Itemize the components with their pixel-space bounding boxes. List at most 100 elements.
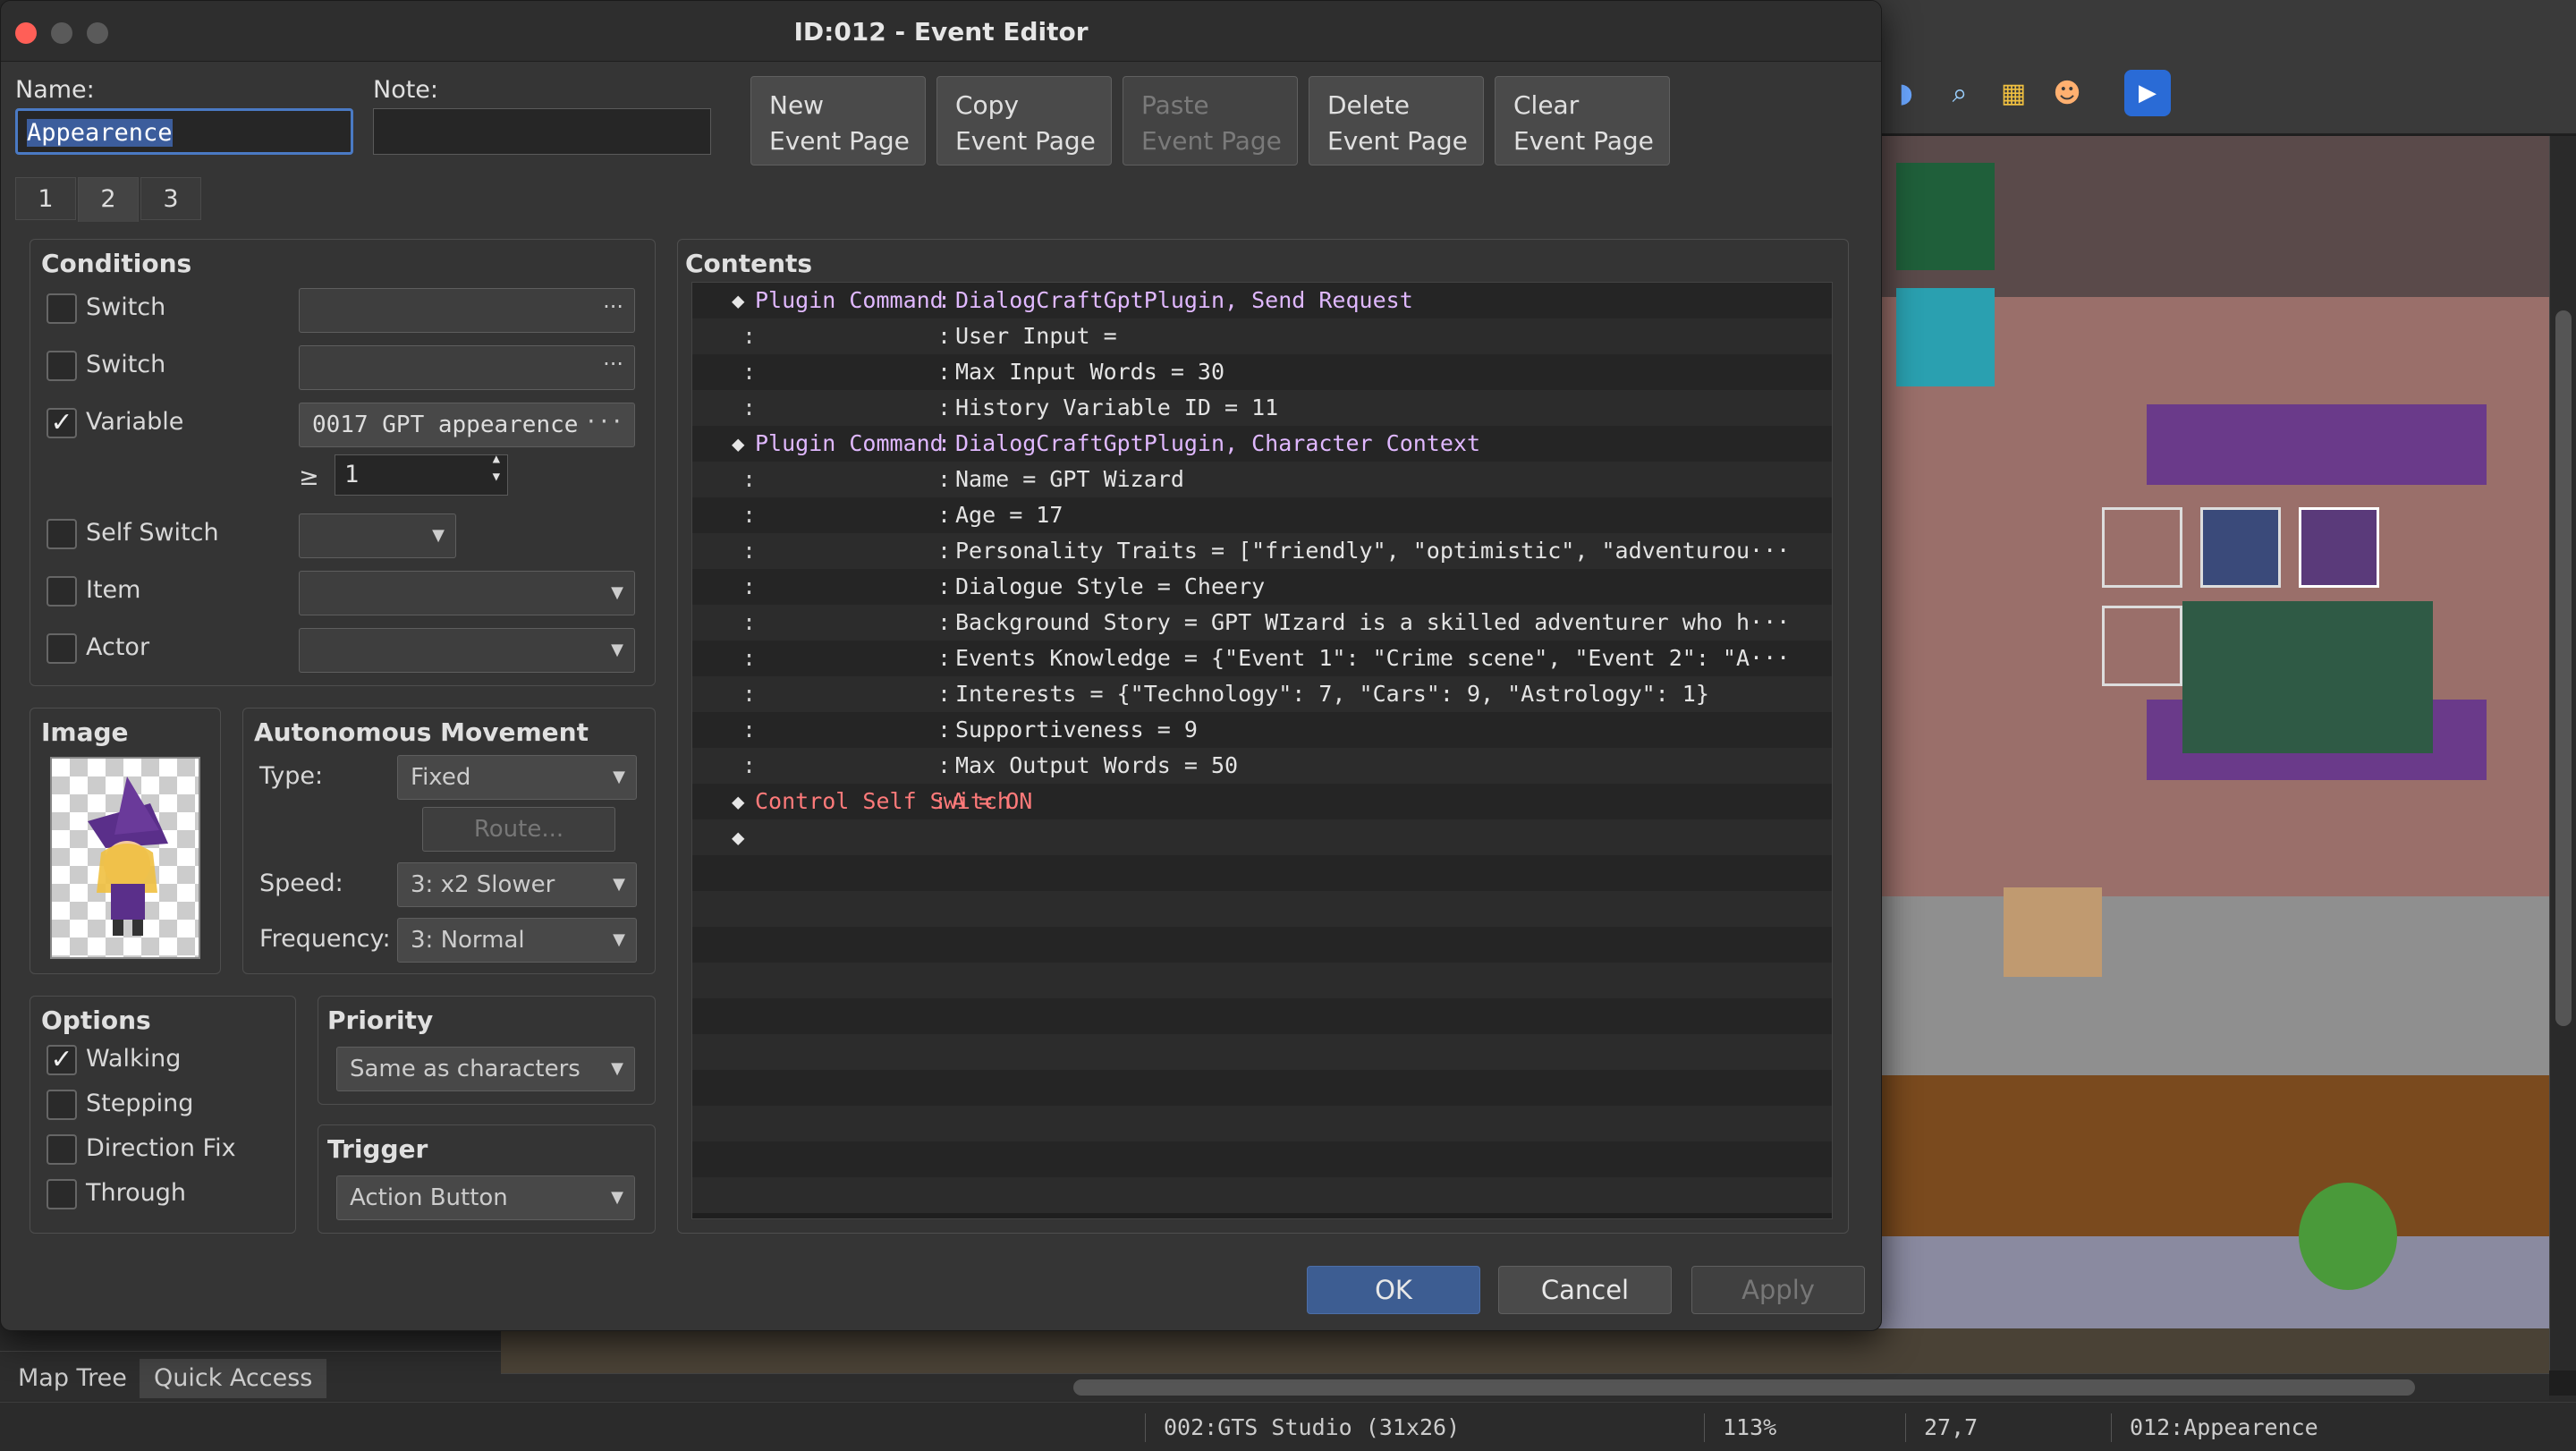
command-row[interactable] bbox=[692, 1106, 1832, 1141]
command-row[interactable]: :: Personality Traits = ["friendly", "opt… bbox=[692, 533, 1832, 569]
command-row[interactable]: :: Max Output Words = 50 bbox=[692, 748, 1832, 784]
name-field[interactable]: Appearence bbox=[15, 108, 353, 155]
switch2-select[interactable]: ··· bbox=[299, 345, 635, 390]
command-row[interactable]: :: Name = GPT Wizard bbox=[692, 462, 1832, 497]
tab-page-1[interactable]: 1 bbox=[15, 177, 76, 220]
route-button[interactable]: Route... bbox=[422, 807, 615, 852]
command-param: DialogCraftGptPlugin, Send Request bbox=[955, 287, 1413, 313]
actor-checkbox[interactable] bbox=[47, 633, 77, 664]
event-marker[interactable] bbox=[2102, 606, 2182, 686]
delete-event-page-button[interactable]: Delete Event Page bbox=[1309, 76, 1484, 165]
command-row[interactable] bbox=[692, 1177, 1832, 1213]
command-row[interactable]: :: Dialogue Style = Cheery bbox=[692, 569, 1832, 605]
variable-checkbox[interactable]: ✓ bbox=[47, 408, 77, 438]
resource-manager-icon[interactable]: ▦ bbox=[1990, 70, 2037, 116]
command-row[interactable]: :: Interests = {"Technology": 7, "Cars": … bbox=[692, 676, 1832, 712]
walking-checkbox[interactable]: ✓ bbox=[47, 1045, 77, 1075]
sound-icon[interactable]: ◗ bbox=[1883, 70, 1929, 116]
tab-page-3[interactable]: 3 bbox=[140, 177, 201, 220]
stepper-arrows-icon[interactable]: ▲ ▼ bbox=[493, 450, 500, 486]
frequency-value: 3: Normal bbox=[411, 927, 525, 954]
direction-fix-checkbox[interactable] bbox=[47, 1134, 77, 1165]
map-canvas[interactable] bbox=[1878, 136, 2576, 1370]
event-image-preview[interactable] bbox=[50, 757, 200, 959]
button-line: New bbox=[769, 90, 825, 120]
scrollbar-thumb[interactable] bbox=[2555, 310, 2572, 1026]
through-checkbox[interactable] bbox=[47, 1179, 77, 1209]
variable-select[interactable]: 0017 GPT appearence ··· bbox=[299, 403, 635, 447]
switch2-checkbox[interactable] bbox=[47, 351, 77, 381]
button-line: Event Page bbox=[769, 126, 910, 156]
floor-tiles bbox=[2182, 601, 2433, 753]
self-switch-checkbox[interactable] bbox=[47, 519, 77, 549]
app-toolbar: ◗ ⌕ ▦ ☻ ▶ bbox=[1869, 0, 2576, 134]
priority-select[interactable]: Same as characters ▼ bbox=[336, 1047, 635, 1091]
ok-button[interactable]: OK bbox=[1307, 1266, 1480, 1314]
continuation-marker: : bbox=[742, 466, 757, 492]
command-row[interactable] bbox=[692, 855, 1832, 891]
event-marker[interactable] bbox=[2102, 507, 2182, 588]
command-row[interactable]: :: Max Input Words = 30 bbox=[692, 354, 1832, 390]
command-row[interactable]: :: History Variable ID = 11 bbox=[692, 390, 1832, 426]
search-icon[interactable]: ⌕ bbox=[1936, 70, 1983, 116]
command-row[interactable] bbox=[692, 1141, 1832, 1177]
frequency-select[interactable]: 3: Normal ▼ bbox=[397, 918, 637, 963]
playtest-icon[interactable]: ▶ bbox=[2124, 70, 2171, 116]
bush-tile bbox=[2299, 1183, 2397, 1290]
separator: : bbox=[937, 681, 952, 707]
apply-button[interactable]: Apply bbox=[1691, 1266, 1865, 1314]
separator: : bbox=[937, 430, 952, 456]
continuation-marker: : bbox=[742, 752, 757, 778]
command-row[interactable] bbox=[692, 927, 1832, 963]
command-row[interactable]: ◆ Plugin Command: DialogCraftGptPlugin, Se… bbox=[692, 283, 1832, 318]
cancel-button[interactable]: Cancel bbox=[1498, 1266, 1672, 1314]
clear-event-page-button[interactable]: Clear Event Page bbox=[1495, 76, 1670, 165]
actor-select[interactable]: ▼ bbox=[299, 628, 635, 673]
command-row[interactable] bbox=[692, 1034, 1832, 1070]
item-checkbox[interactable] bbox=[47, 576, 77, 607]
command-row[interactable]: :: User Input = bbox=[692, 318, 1832, 354]
switch1-select[interactable]: ··· bbox=[299, 288, 635, 333]
left-panel-tabs: Map Tree Quick Access bbox=[0, 1351, 501, 1400]
command-row[interactable]: ◆ Plugin Command: DialogCraftGptPlugin, Ch… bbox=[692, 426, 1832, 462]
note-field[interactable] bbox=[373, 108, 711, 155]
self-switch-select[interactable]: ▼ bbox=[299, 513, 456, 558]
command-param: A = ON bbox=[952, 788, 1033, 814]
switch1-checkbox[interactable] bbox=[47, 293, 77, 324]
item-label: Item bbox=[86, 576, 141, 604]
tab-page-2[interactable]: 2 bbox=[78, 177, 139, 222]
event-editor-dialog: ID:012 - Event Editor Name: Appearence N… bbox=[0, 0, 1882, 1331]
command-row[interactable] bbox=[692, 1070, 1832, 1106]
speed-select[interactable]: 3: x2 Slower ▼ bbox=[397, 862, 637, 907]
event-marker[interactable] bbox=[2200, 507, 2281, 588]
movement-type-select[interactable]: Fixed ▼ bbox=[397, 755, 637, 800]
item-select[interactable]: ▼ bbox=[299, 571, 635, 615]
tab-map-tree[interactable]: Map Tree bbox=[4, 1359, 141, 1398]
variable-amount-stepper[interactable]: 1 ▲ ▼ bbox=[335, 452, 508, 496]
tab-quick-access[interactable]: Quick Access bbox=[140, 1359, 327, 1398]
character-generator-icon[interactable]: ☻ bbox=[2044, 70, 2090, 116]
command-row[interactable] bbox=[692, 998, 1832, 1034]
command-row[interactable]: ◆ Control Self Switch: A = ON bbox=[692, 784, 1832, 819]
command-row[interactable]: :: Background Story = GPT WIzard is a ski… bbox=[692, 605, 1832, 641]
contents-list[interactable]: ◆ Plugin Command: DialogCraftGptPlugin, Se… bbox=[691, 282, 1833, 1219]
command-row[interactable] bbox=[692, 891, 1832, 927]
map-horizontal-scrollbar[interactable] bbox=[501, 1373, 2549, 1400]
stepping-checkbox[interactable] bbox=[47, 1090, 77, 1120]
trigger-select[interactable]: Action Button ▼ bbox=[336, 1175, 635, 1220]
command-row[interactable]: :: Events Knowledge = {"Event 1": "Crime … bbox=[692, 641, 1832, 676]
command-diamond-icon: ◆ bbox=[732, 825, 745, 850]
command-row[interactable] bbox=[692, 963, 1832, 998]
command-row[interactable]: :: Supportiveness = 9 bbox=[692, 712, 1832, 748]
copy-event-page-button[interactable]: Copy Event Page bbox=[936, 76, 1112, 165]
command-row[interactable]: ◆ bbox=[692, 819, 1832, 855]
button-line: Event Page bbox=[1327, 126, 1468, 156]
map-vertical-scrollbar[interactable] bbox=[2549, 136, 2576, 1370]
new-event-page-button[interactable]: New Event Page bbox=[750, 76, 926, 165]
paste-event-page-button[interactable]: Paste Event Page bbox=[1123, 76, 1298, 165]
more-icon: ··· bbox=[603, 352, 623, 377]
command-row[interactable]: :: Age = 17 bbox=[692, 497, 1832, 533]
scrollbar-thumb[interactable] bbox=[1073, 1379, 2415, 1396]
type-label: Type: bbox=[259, 762, 324, 790]
event-marker[interactable] bbox=[2299, 507, 2379, 588]
